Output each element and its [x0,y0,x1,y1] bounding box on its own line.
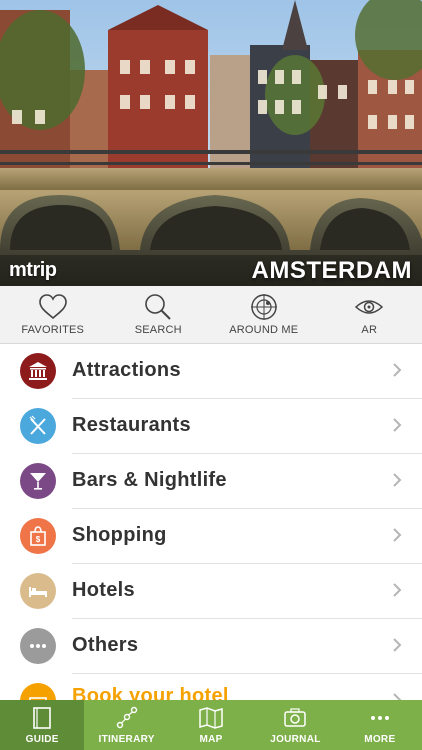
city-title: AMSTERDAM [251,257,412,284]
bottom-tab-bar: GUIDE ITINERARY MAP JOURNAL MORE [0,700,422,750]
list-item-hotels[interactable]: Hotels [0,564,422,619]
book-hotel-badge [20,683,56,700]
tab-map[interactable]: MAP [169,700,253,750]
search-button[interactable]: SEARCH [106,286,212,343]
tab-journal[interactable]: JOURNAL [253,700,337,750]
list-item-book-hotel[interactable]: Book your hotel [0,674,422,700]
search-label: SEARCH [134,324,182,336]
route-icon [116,706,137,729]
list-item-shopping[interactable]: $ Shopping [0,509,422,564]
hotels-label: Hotels [72,579,135,601]
restaurants-badge [20,408,56,444]
tab-guide-label: GUIDE [25,734,59,745]
ar-label: AR [361,324,378,336]
tab-guide[interactable]: GUIDE [0,700,85,750]
bars-badge [20,463,56,499]
book-hotel-label: Book your hotel [72,685,229,700]
radar-icon [250,294,277,320]
cocktail-icon [30,473,46,490]
list-item-others[interactable]: Others [0,619,422,674]
camera-icon [284,708,307,727]
chevron-right-icon [393,693,402,700]
favorites-label: FAVORITES [21,324,85,336]
category-list: Attractions Restaurants Bars & Nightlife [0,344,422,700]
book-icon [33,707,52,729]
app-logo: mtrip [9,259,57,281]
restaurants-label: Restaurants [72,414,191,436]
svg-text:$: $ [36,535,41,544]
chevron-right-icon [393,583,402,597]
bars-nightlife-label: Bars & Nightlife [72,469,227,491]
ar-button[interactable]: AR [317,286,422,343]
dots-icon [30,644,46,648]
search-icon [145,294,171,320]
around-me-label: AROUND ME [229,324,299,336]
quick-actions-bar: FAVORITES SEARCH AROUND ME AR [0,286,422,344]
chevron-right-icon [393,638,402,652]
hotels-badge [20,573,56,609]
amsterdam-canal-photo [0,0,422,286]
shopping-bag-icon: $ [30,526,46,546]
others-label: Others [72,634,139,656]
attractions-badge [20,353,56,389]
booking-icon [29,697,47,700]
tab-itinerary[interactable]: ITINERARY [84,700,168,750]
chevron-right-icon [393,363,402,377]
list-item-restaurants[interactable]: Restaurants [0,399,422,454]
around-me-button[interactable]: AROUND ME [211,286,317,343]
tab-map-label: MAP [199,734,223,745]
tab-more-label: MORE [364,734,396,745]
others-badge [20,628,56,664]
chevron-right-icon [393,528,402,542]
chevron-right-icon [393,473,402,487]
tab-journal-label: JOURNAL [270,734,321,745]
tab-itinerary-label: ITINERARY [98,734,155,745]
map-icon [199,707,223,729]
list-item-bars-nightlife[interactable]: Bars & Nightlife [0,454,422,509]
tab-more[interactable]: MORE [338,700,422,750]
fork-knife-icon [29,415,46,435]
chevron-right-icon [393,418,402,432]
shopping-label: Shopping [72,524,167,546]
attractions-label: Attractions [72,359,181,381]
shopping-badge: $ [20,518,56,554]
list-item-attractions[interactable]: Attractions [0,344,422,399]
heart-icon [38,294,67,320]
hero-banner: mtrip AMSTERDAM [0,0,422,286]
eye-icon [355,300,384,314]
more-dots-icon [370,716,389,720]
favorites-button[interactable]: FAVORITES [0,286,106,343]
museum-icon [29,362,47,380]
bed-icon [29,587,47,597]
